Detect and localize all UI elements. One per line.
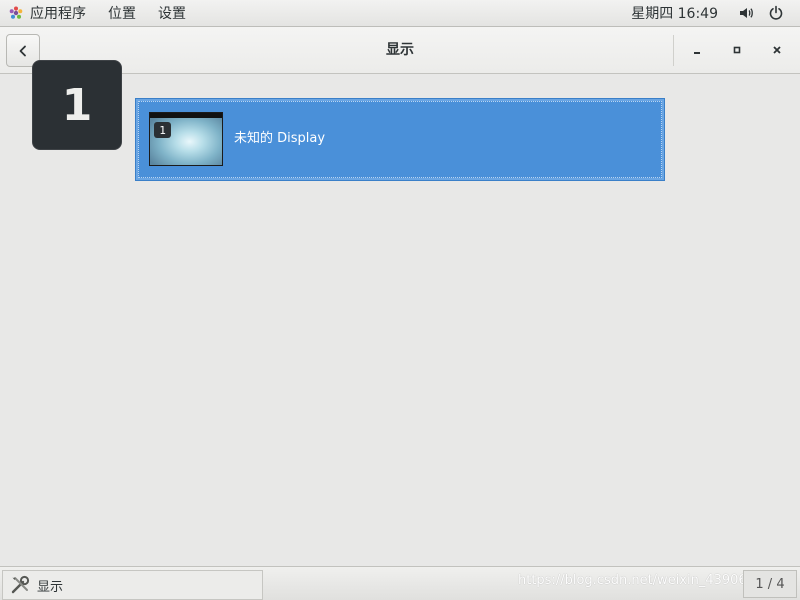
volume-icon[interactable] <box>736 3 756 23</box>
bottom-taskbar: 显示 https://blog.csdn.net/weixin_43906 1 … <box>0 566 800 600</box>
places-menu[interactable]: 位置 <box>108 3 136 23</box>
workspace-pager[interactable]: 1 / 4 <box>743 570 797 598</box>
watermark-text: https://blog.csdn.net/weixin_43906 <box>518 573 747 588</box>
settings-menu[interactable]: 设置 <box>158 3 186 23</box>
display-name: 未知的 Display <box>234 131 326 146</box>
thumbnail-monitor-number: 1 <box>154 122 171 138</box>
chevron-left-icon <box>19 45 26 56</box>
display-thumbnail: 1 <box>149 112 223 166</box>
minimize-button[interactable] <box>684 37 710 63</box>
applications-label: 应用程序 <box>30 6 86 22</box>
top-bar: 应用程序 位置 设置 星期四 16:49 <box>0 0 800 27</box>
taskbar-window-label: 显示 <box>37 579 64 595</box>
header-separator <box>673 35 674 66</box>
power-icon[interactable] <box>766 3 786 23</box>
settings-tools-icon <box>11 575 30 594</box>
applications-menu[interactable]: 应用程序 <box>8 0 108 26</box>
maximize-icon <box>733 46 741 54</box>
thumbnail-topbar <box>150 113 222 118</box>
close-button[interactable] <box>764 37 790 63</box>
minimize-icon <box>694 52 700 54</box>
close-icon <box>773 46 781 54</box>
display-settings-panel: 1 1 未知的 Display <box>0 60 800 566</box>
maximize-button[interactable] <box>724 37 750 63</box>
monitor-identifier-label: 1 <box>32 60 122 150</box>
display-list-item[interactable]: 1 未知的 Display <box>135 98 665 181</box>
gnome-foot-icon <box>9 6 23 19</box>
clock[interactable]: 星期四 16:49 <box>631 3 718 23</box>
taskbar-window-button[interactable]: 显示 <box>2 570 263 600</box>
